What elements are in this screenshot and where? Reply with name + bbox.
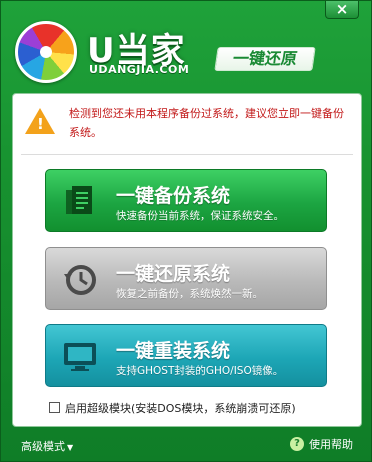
close-button[interactable]: ×	[325, 1, 359, 19]
divider	[21, 154, 353, 155]
restore-button[interactable]: 一键还原系统 恢复之前备份，系统焕然一新。	[45, 247, 327, 310]
backup-desc: 快速备份当前系统，保证系统安全。	[116, 210, 284, 222]
super-module-checkbox[interactable]	[49, 402, 60, 413]
restore-desc: 恢复之前备份，系统焕然一新。	[116, 288, 263, 300]
main-panel: ! 检测到您还未用本程序备份过系统，建议您立即一键备份系统。 一键备份系统 快速…	[12, 93, 362, 427]
backup-title: 一键备份系统	[116, 185, 231, 207]
help-link[interactable]: ? 使用帮助	[290, 436, 353, 452]
chevron-down-icon: ▼	[67, 443, 74, 452]
app-window: × U当家 UDANGJIA.COM 一键还原 ! 检测到您还未用本程序备份过系…	[0, 0, 372, 462]
close-icon: ×	[335, 0, 349, 18]
brand-subtitle: UDANGJIA.COM	[89, 63, 190, 76]
product-badge: 一键还原	[214, 47, 316, 71]
advanced-mode-label: 高级模式	[21, 440, 65, 453]
reinstall-title: 一键重装系统	[116, 340, 231, 362]
monitor-icon	[64, 343, 96, 371]
restore-title: 一键还原系统	[116, 263, 231, 285]
reinstall-desc: 支持GHOST封装的GHO/ISO镜像。	[116, 365, 284, 377]
logo-icon	[15, 21, 77, 83]
reinstall-button[interactable]: 一键重装系统 支持GHOST封装的GHO/ISO镜像。	[45, 324, 327, 387]
warning-icon: !	[25, 108, 55, 134]
warning-banner: ! 检测到您还未用本程序备份过系统，建议您立即一键备份系统。	[25, 104, 351, 150]
help-label: 使用帮助	[309, 438, 353, 451]
backup-document-icon	[66, 186, 92, 214]
history-clock-icon	[64, 265, 96, 295]
advanced-mode-dropdown[interactable]: 高级模式 ▼	[21, 438, 73, 454]
warning-text: 检测到您还未用本程序备份过系统，建议您立即一键备份系统。	[69, 107, 344, 139]
super-module-label[interactable]: 启用超级模块(安装DOS模块，系统崩溃可还原)	[65, 400, 296, 416]
question-icon: ?	[290, 437, 304, 451]
backup-button[interactable]: 一键备份系统 快速备份当前系统，保证系统安全。	[45, 169, 327, 232]
